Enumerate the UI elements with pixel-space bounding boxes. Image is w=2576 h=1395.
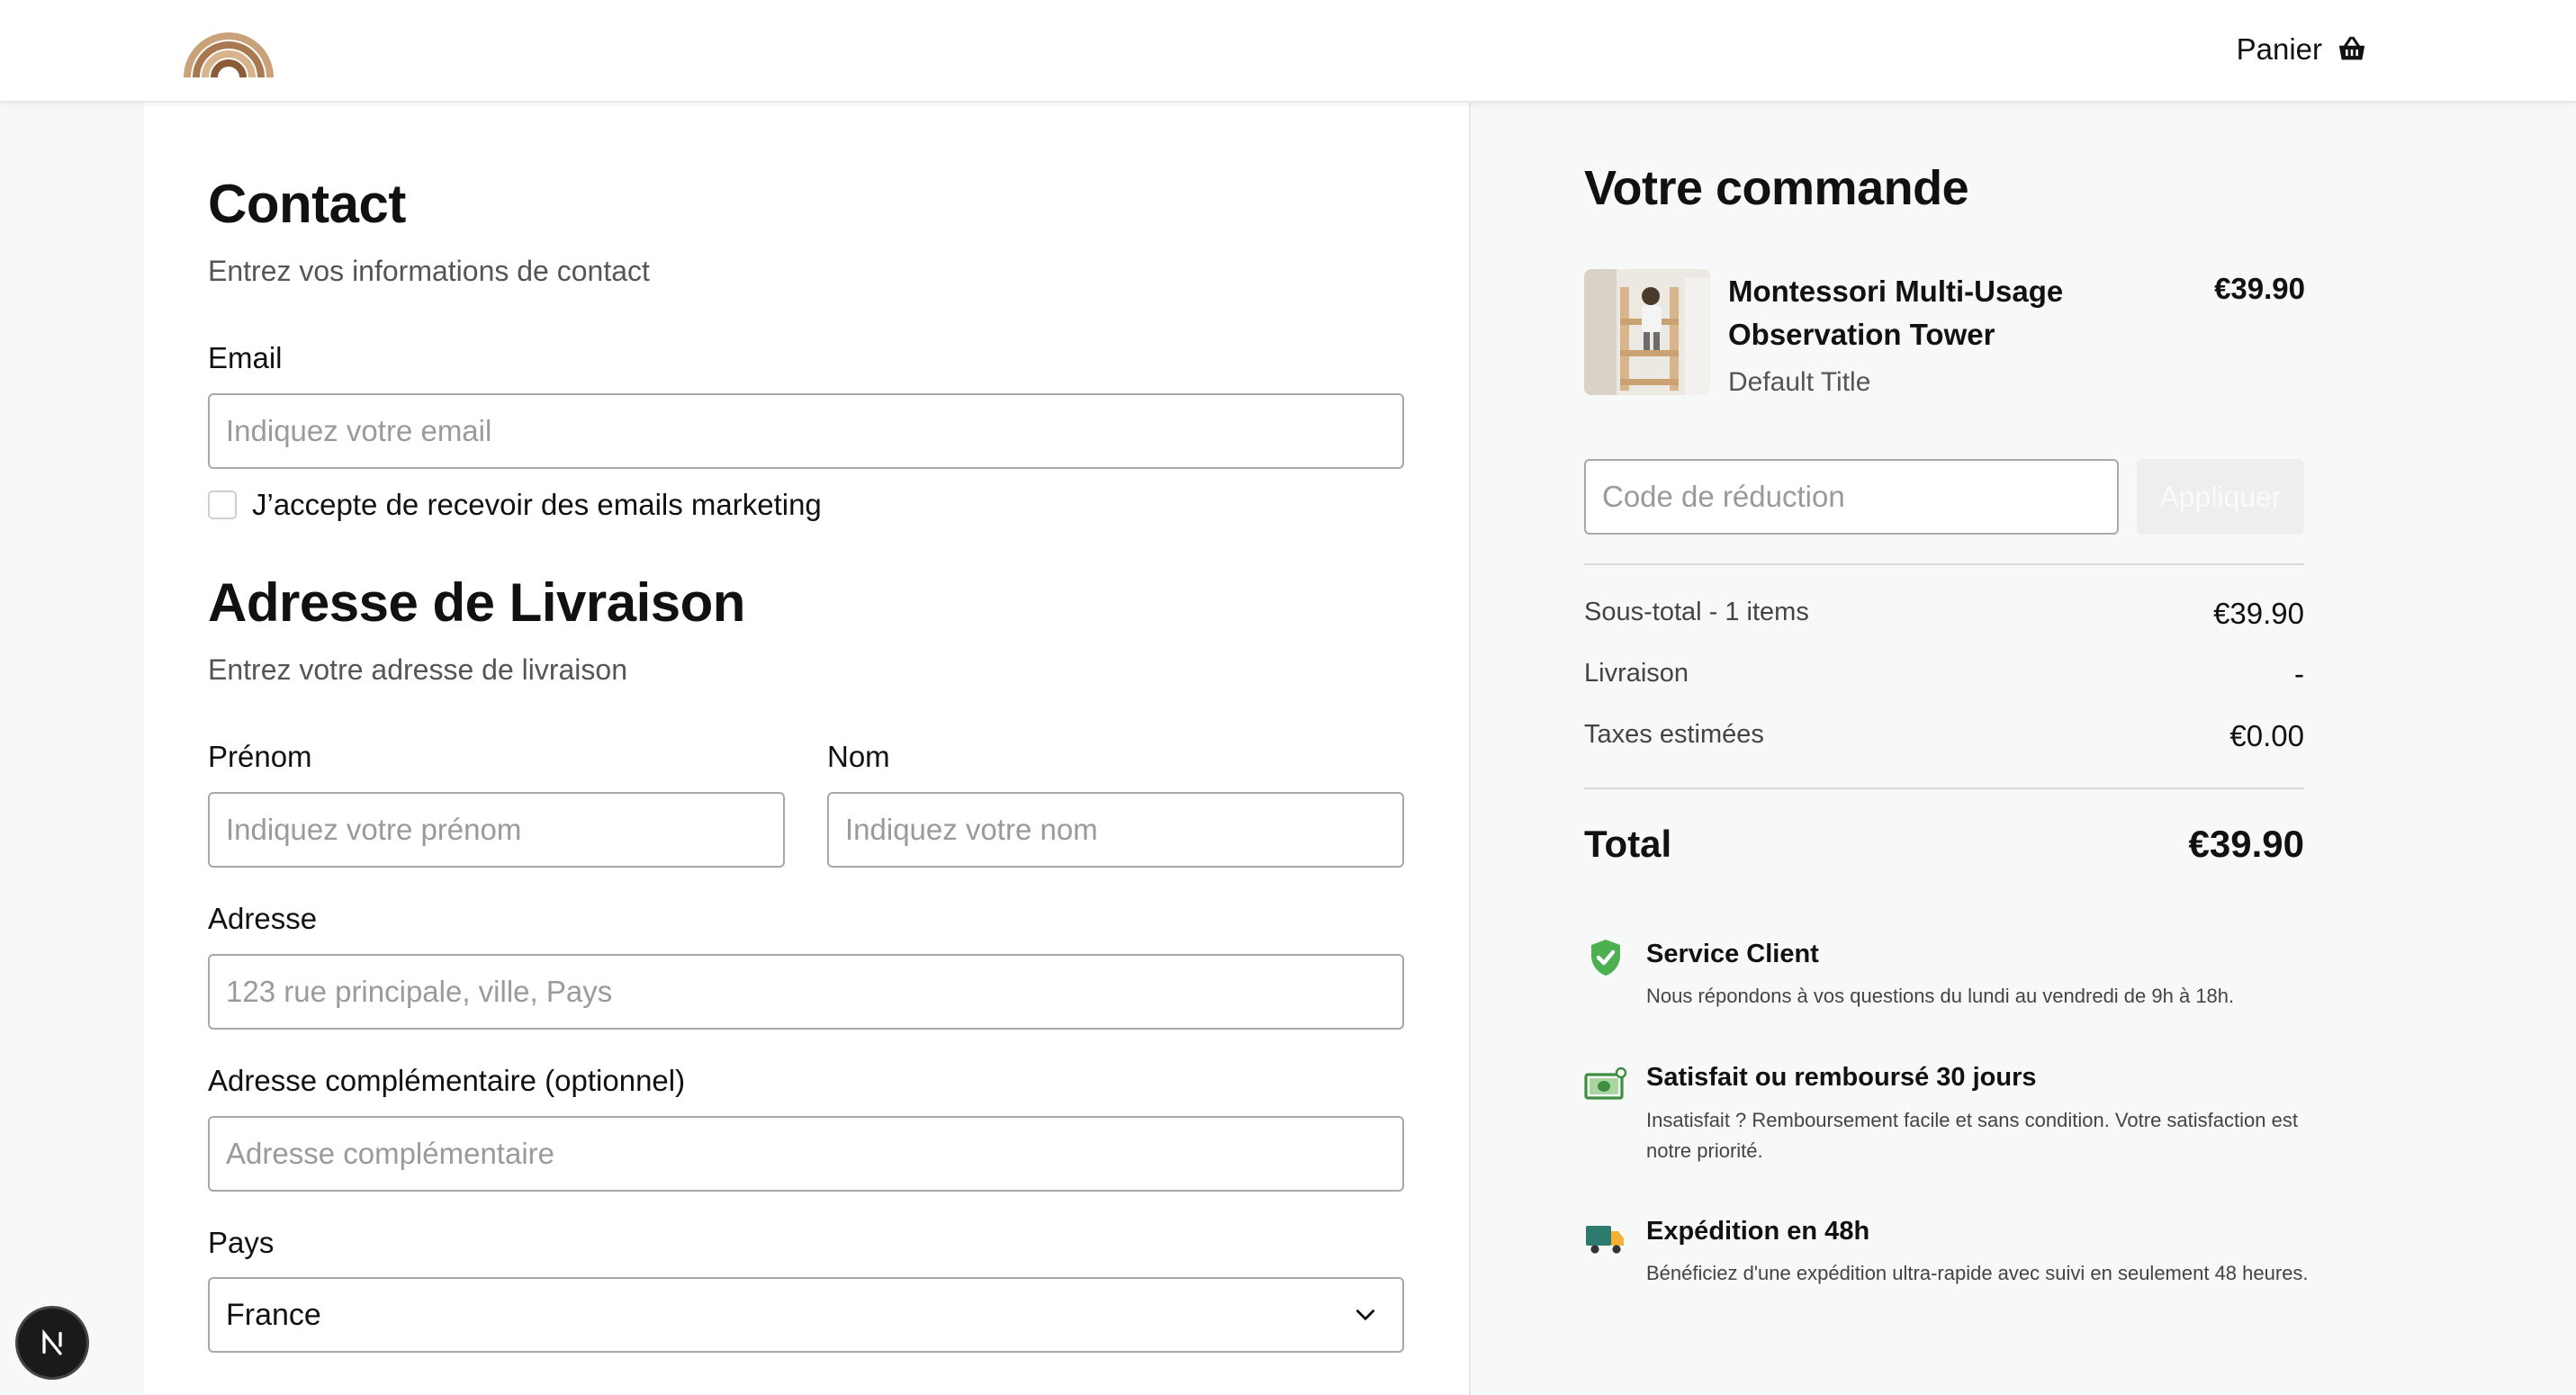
first-name-field[interactable] bbox=[208, 792, 785, 868]
summary-divider-top bbox=[1584, 563, 2304, 565]
email-label: Email bbox=[208, 341, 283, 374]
basket-icon bbox=[2338, 36, 2365, 60]
product-name: Montessori Multi-Usage Observation Tower bbox=[1728, 274, 2064, 351]
feature-desc-refund: Insatisfait ? Remboursement facile et sa… bbox=[1646, 1109, 2298, 1162]
site-header: Panier bbox=[0, 0, 2576, 103]
money-icon bbox=[1584, 1066, 1627, 1100]
marketing-checkbox[interactable] bbox=[208, 490, 237, 519]
apply-discount-button[interactable]: Appliquer bbox=[2137, 459, 2304, 535]
subtotal-value: €39.90 bbox=[2213, 597, 2304, 630]
shipping-cost-label: Livraison bbox=[1584, 659, 1689, 688]
address-field[interactable] bbox=[208, 954, 1404, 1030]
total-label: Total bbox=[1584, 823, 1672, 865]
total-value: €39.90 bbox=[2188, 823, 2304, 865]
shield-check-icon bbox=[1591, 940, 1620, 976]
country-select[interactable]: France bbox=[208, 1277, 1404, 1353]
contact-subtitle: Entrez vos informations de contact bbox=[208, 255, 650, 287]
shipping-cost-value: - bbox=[2294, 657, 2304, 690]
feature-desc-support: Nous répondons à vos questions du lundi … bbox=[1646, 985, 2235, 1007]
address-label: Adresse bbox=[208, 902, 318, 935]
tax-value: €0.00 bbox=[2229, 719, 2304, 752]
email-field[interactable] bbox=[208, 393, 1404, 469]
feature-desc-shipping: Bénéficiez d'une expédition ultra-rapide… bbox=[1646, 1262, 2309, 1284]
cart-link[interactable]: Panier bbox=[2237, 27, 2367, 72]
order-title: Votre commande bbox=[1584, 161, 1969, 215]
contact-title: Contact bbox=[208, 174, 406, 234]
last-name-field[interactable] bbox=[827, 792, 1404, 868]
feature-title-support: Service Client bbox=[1646, 940, 1819, 968]
product-thumbnail bbox=[1584, 269, 1710, 395]
marketing-label: J’accepte de recevoir des emails marketi… bbox=[252, 488, 822, 521]
product-price: €39.90 bbox=[2214, 272, 2305, 305]
shipping-title: Adresse de Livraison bbox=[208, 572, 745, 633]
discount-code-field[interactable] bbox=[1584, 459, 2119, 535]
summary-divider-bottom bbox=[1584, 788, 2304, 789]
product-variant: Default Title bbox=[1728, 367, 1871, 397]
address2-label: Adresse complémentaire (optionnel) bbox=[208, 1064, 686, 1097]
country-value: France bbox=[226, 1297, 321, 1332]
next-dev-badge[interactable] bbox=[18, 1309, 86, 1377]
tax-label: Taxes estimées bbox=[1584, 720, 1764, 749]
address2-field[interactable] bbox=[208, 1116, 1404, 1192]
shipping-subtitle: Entrez votre adresse de livraison bbox=[208, 653, 627, 686]
truck-icon bbox=[1586, 1226, 1624, 1254]
last-name-label: Nom bbox=[827, 740, 890, 773]
first-name-label: Prénom bbox=[208, 740, 312, 773]
chevron-down-icon bbox=[1356, 1310, 1375, 1320]
feature-title-refund: Satisfait ou remboursé 30 jours bbox=[1646, 1063, 2037, 1092]
next-logo-icon bbox=[42, 1328, 62, 1355]
country-label: Pays bbox=[208, 1226, 275, 1259]
feature-title-shipping: Expédition en 48h bbox=[1646, 1217, 1870, 1246]
cart-label: Panier bbox=[2236, 32, 2322, 66]
subtotal-label: Sous-total - 1 items bbox=[1584, 598, 1809, 626]
checkout-form-panel bbox=[144, 103, 1469, 1395]
product-image bbox=[1584, 269, 1710, 395]
rainbow-logo[interactable] bbox=[184, 18, 274, 79]
